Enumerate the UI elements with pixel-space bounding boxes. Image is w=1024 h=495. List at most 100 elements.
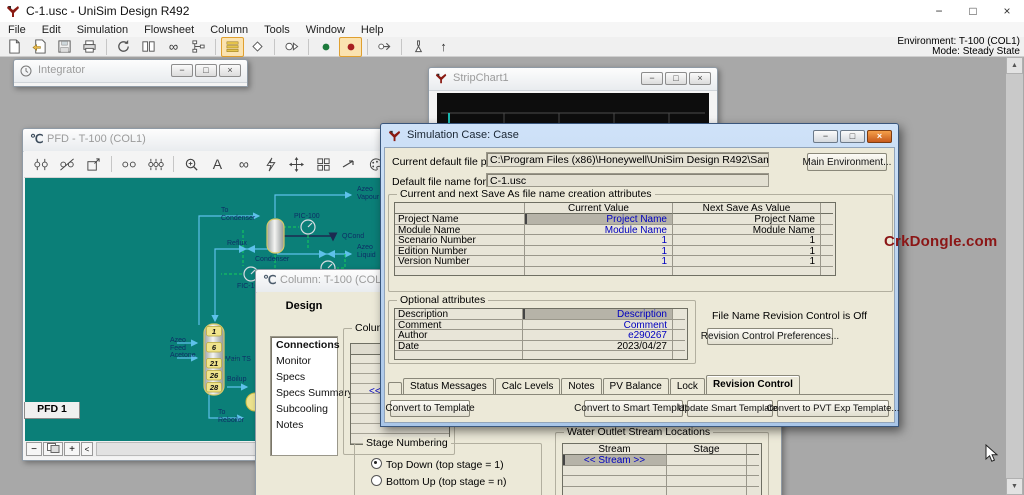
scroll-down-icon[interactable]: ▼ [1006, 478, 1023, 495]
nav-item-monitor[interactable]: Monitor [271, 353, 337, 369]
attributes-table[interactable]: Current Value Next Save As Value Project… [394, 202, 836, 276]
radio-bottom-up[interactable]: Bottom Up (top stage = n) [371, 475, 507, 488]
parent-environment-icon[interactable]: ↑ [432, 37, 455, 57]
stream-label-feed[interactable]: Azeo Feed Acetone [170, 337, 196, 360]
stream-label-to-reboiler[interactable]: To Reboiler [218, 409, 244, 424]
menu-column[interactable]: Column [202, 24, 256, 36]
menu-edit[interactable]: Edit [34, 24, 69, 36]
column-window-title: Column: T-100 (COL1) [280, 274, 391, 286]
stream-label-boilup[interactable]: Boilup [227, 376, 246, 384]
auto-position-icon[interactable] [144, 153, 168, 176]
radio-top-down[interactable]: Top Down (top stage = 1) [371, 458, 504, 471]
nav-item-specs-summary[interactable]: Specs Summary [271, 385, 337, 401]
zoom-out-button[interactable]: − [26, 442, 42, 456]
controller-label-pic100[interactable]: PIC-100 [294, 213, 320, 221]
close-button[interactable]: × [867, 130, 892, 143]
scroll-left-icon[interactable]: < [81, 442, 93, 456]
convert-to-template-button[interactable]: Convert to Template [390, 400, 470, 417]
menu-file[interactable]: File [0, 24, 34, 36]
main-environment-button[interactable]: Main Environment... [807, 153, 887, 171]
close-button[interactable]: × [219, 64, 241, 77]
move-tool-icon[interactable] [284, 153, 308, 176]
save-icon[interactable] [53, 37, 76, 57]
nav-item-notes[interactable]: Notes [271, 417, 337, 433]
equipment-label-condenser[interactable]: Condenser [255, 256, 289, 264]
stream-label-azeo-vapour[interactable]: Azeo Vapour [357, 186, 379, 201]
recycle-icon[interactable] [112, 37, 135, 57]
menu-flowsheet[interactable]: Flowsheet [136, 24, 202, 36]
tab-pv-balance[interactable]: PV Balance [603, 378, 669, 394]
mode-label: Mode: Steady State [897, 47, 1020, 57]
minimize-button[interactable]: − [641, 72, 663, 85]
equipment-label-main-ts[interactable]: Main TS [225, 356, 251, 364]
swap-connections-icon[interactable] [117, 153, 141, 176]
pfd-window-title: PFD - T-100 (COL1) [47, 133, 146, 145]
save-as-field[interactable]: C-1.usc [486, 173, 769, 187]
nav-item-connections[interactable]: Connections [271, 337, 337, 353]
size-mode-icon[interactable] [82, 153, 106, 176]
nav-item-specs[interactable]: Specs [271, 369, 337, 385]
optional-attributes-table[interactable]: Description Description Comment Comment … [394, 308, 688, 360]
menu-tools[interactable]: Tools [256, 24, 298, 36]
stream-label-qcond[interactable]: QCond [342, 233, 364, 241]
close-button[interactable]: × [990, 0, 1024, 22]
maximize-button[interactable]: □ [665, 72, 687, 85]
zoom-icon[interactable] [179, 153, 203, 176]
flowsheet-hierarchy-icon[interactable] [187, 37, 210, 57]
file-path-field[interactable]: C:\Program Files (x86)\Honeywell\UniSim … [486, 152, 769, 167]
minimize-button[interactable]: − [171, 64, 193, 77]
workspace-vscrollbar[interactable]: ▲ ▼ [1006, 57, 1023, 495]
attach-mode-icon[interactable] [29, 153, 53, 176]
solver-active-icon[interactable] [314, 37, 337, 57]
tab-lock[interactable]: Lock [670, 378, 705, 394]
minimize-button[interactable]: − [813, 130, 838, 143]
utilities-flask-icon[interactable] [407, 37, 430, 57]
close-button[interactable]: × [689, 72, 711, 85]
fit-page-button[interactable] [43, 442, 63, 456]
stream-label-reflux[interactable]: Reflux [227, 240, 247, 248]
convert-to-pvt-exp-template-button[interactable]: Convert to PVT Exp Template... [777, 400, 889, 417]
water-outlet-table[interactable]: Stream Stage << Stream >> [562, 443, 762, 495]
update-smart-templates-button[interactable]: Update Smart Templates [687, 400, 773, 417]
table-row: Comment Comment [395, 320, 687, 331]
revision-control-preferences-button[interactable]: Revision Control Preferences... [707, 328, 833, 345]
quick-route-icon[interactable] [258, 153, 282, 176]
open-case-icon[interactable] [28, 37, 51, 57]
maximize-button[interactable]: □ [195, 64, 217, 77]
menu-help[interactable]: Help [353, 24, 392, 36]
tab-revision-control[interactable]: Revision Control [706, 375, 800, 394]
text-tool-icon[interactable]: A [205, 153, 229, 176]
maximize-button[interactable]: □ [840, 130, 865, 143]
maximize-button[interactable]: □ [956, 0, 990, 22]
scroll-up-icon[interactable]: ▲ [1006, 57, 1023, 74]
break-connection-icon[interactable] [55, 153, 79, 176]
solver-holding-icon[interactable] [339, 37, 362, 57]
nav-item-subcooling[interactable]: Subcooling [271, 401, 337, 417]
workspace: ▲ ▼ Integrator − □ × ℃ PFD - T-100 (COL1… [0, 57, 1024, 495]
workbook-pages-icon[interactable] [137, 37, 160, 57]
print-icon[interactable] [78, 37, 101, 57]
tab-notes[interactable]: Notes [561, 378, 601, 394]
minimize-button[interactable]: − [922, 0, 956, 22]
menu-simulation[interactable]: Simulation [69, 24, 136, 36]
workbook-icon[interactable] [221, 37, 244, 57]
zoom-in-button[interactable]: + [64, 442, 80, 456]
grid-icon[interactable] [311, 153, 335, 176]
pfd-page-tab[interactable]: PFD 1 [24, 402, 80, 419]
menu-window[interactable]: Window [298, 24, 353, 36]
attachments-view-icon[interactable]: ∞ [232, 153, 256, 176]
pfd-view-icon[interactable] [280, 37, 303, 57]
attachments-icon[interactable]: ∞ [162, 37, 185, 57]
navigator-icon[interactable] [246, 37, 269, 57]
water-stream-cell[interactable]: << Stream >> [563, 455, 667, 466]
flowsheet-nav-icon[interactable] [373, 37, 396, 57]
stream-cell-placeholder[interactable]: << [369, 386, 381, 397]
stream-label-azeo-liquid[interactable]: Azeo Liquid [357, 244, 376, 259]
design-tab-header[interactable]: Design [273, 300, 335, 312]
convert-to-smart-template-button[interactable]: Convert to Smart Template [584, 400, 683, 417]
tab-calc-levels[interactable]: Calc Levels [495, 378, 561, 394]
stream-label-to-condenser[interactable]: To Condenser [221, 207, 255, 222]
tab-status-messages[interactable]: Status Messages [403, 378, 494, 394]
new-case-icon[interactable] [3, 37, 26, 57]
move-arrow-icon[interactable] [337, 153, 361, 176]
